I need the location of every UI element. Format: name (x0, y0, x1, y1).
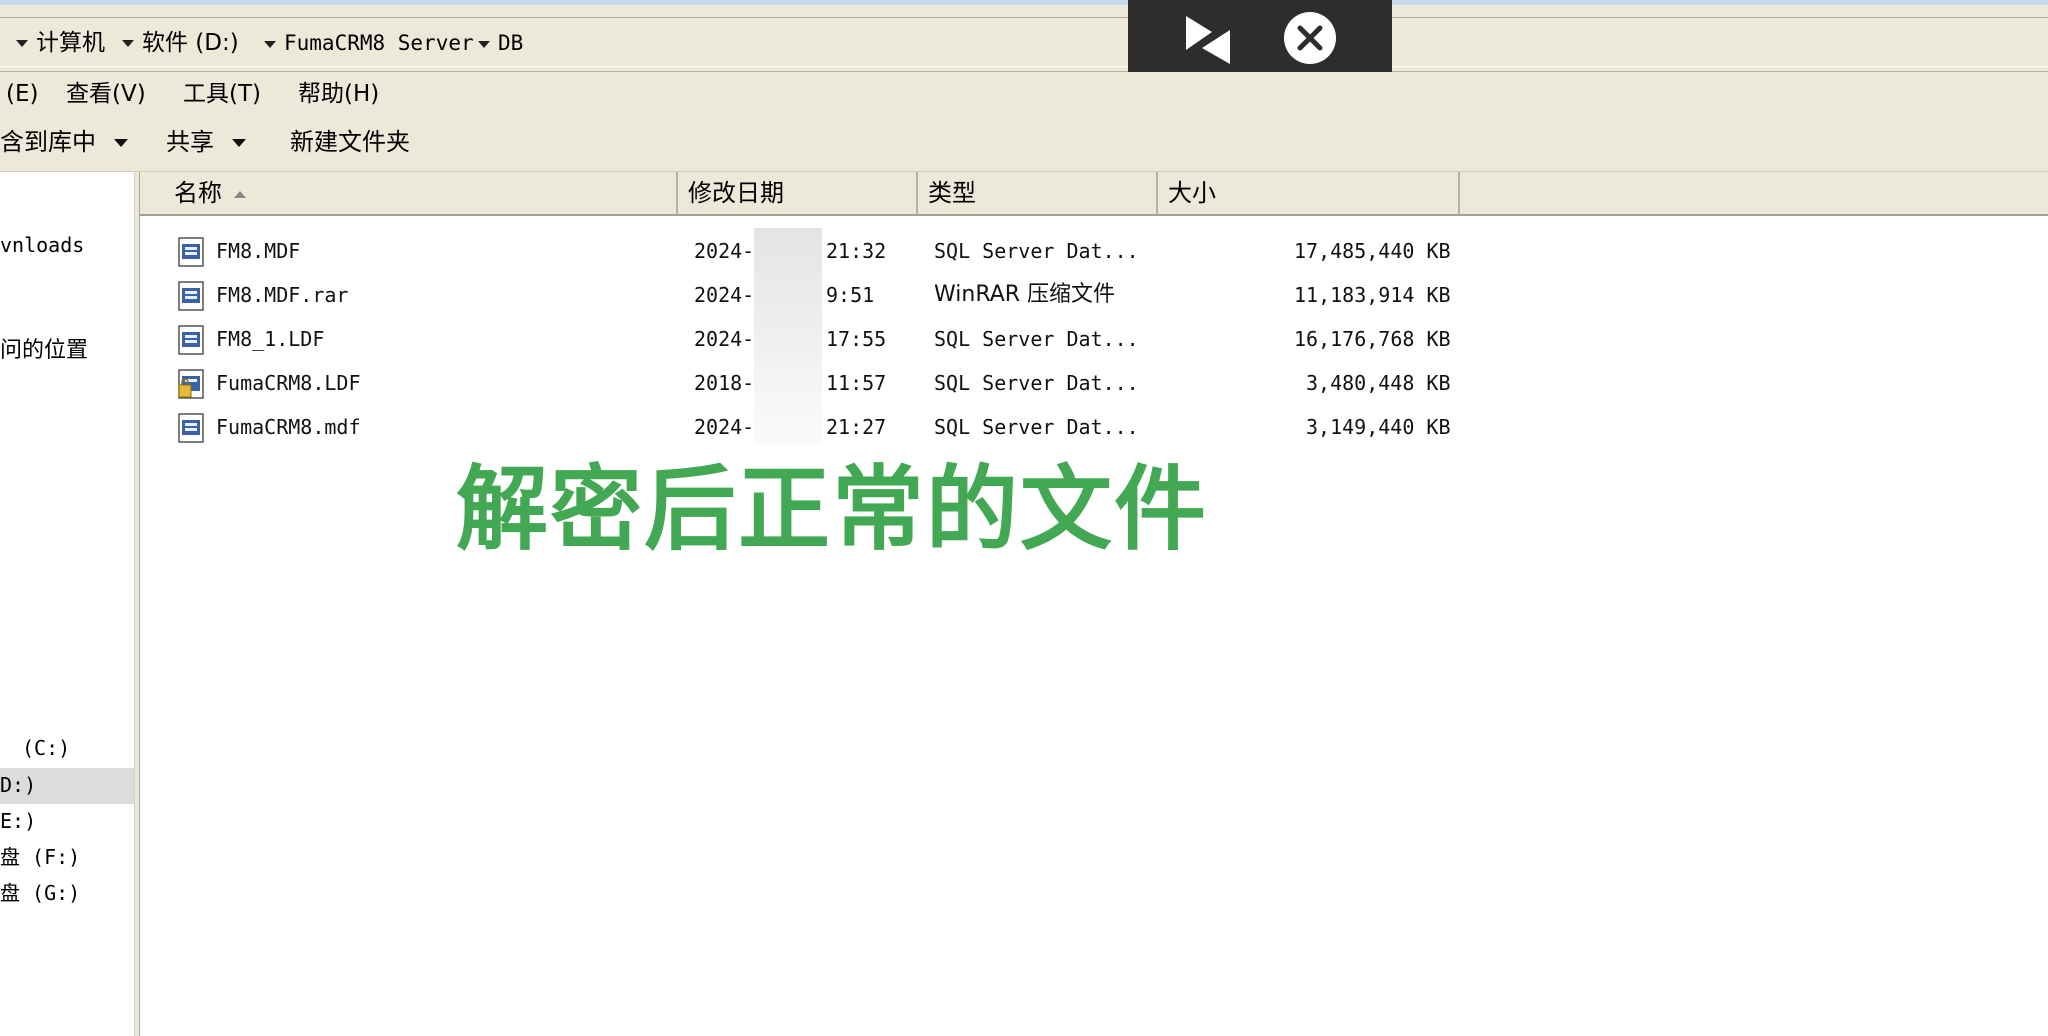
chevron-down-icon[interactable] (122, 40, 134, 47)
file-type: WinRAR 压缩文件 (934, 282, 1116, 307)
file-time: 11:57 (826, 371, 887, 395)
file-size: 17,485,440 KB (1294, 239, 1451, 263)
file-type: SQL Server Dat... (934, 327, 1139, 351)
sidebar-item-downloads[interactable]: vnloads (0, 232, 84, 258)
file-size: 3,480,448 KB (1306, 371, 1451, 395)
file-name: FM8.MDF (216, 239, 301, 263)
chevron-down-icon[interactable] (478, 40, 490, 48)
command-toolbar: 含到库中 共享 新建文件夹 (0, 116, 2048, 172)
column-header-type[interactable]: 类型 (918, 172, 1158, 214)
file-date: 2024- (694, 415, 755, 439)
file-date: 2024- (694, 327, 755, 351)
file-name: FM8_1.LDF (216, 327, 325, 351)
file-size: 11,183,914 KB (1294, 283, 1451, 307)
database-file-icon (178, 237, 204, 267)
database-file-icon (178, 325, 204, 355)
column-header-size[interactable]: 大小 (1158, 172, 1460, 214)
table-row[interactable]: FM8.MDF 2024- 21:32 SQL Server Dat... 17… (140, 230, 2048, 274)
file-time: 21:27 (826, 415, 887, 439)
breadcrumb-item-fumacrm8-server[interactable]: FumaCRM8 Server (264, 30, 474, 56)
navigation-pane: vnloads 问的位置 (C:) D:) E:) 盘 (F:) 盘 (G:) (0, 172, 134, 1036)
table-row[interactable]: FumaCRM8.mdf 2024- 21:27 SQL Server Dat.… (140, 406, 2048, 450)
table-row[interactable]: FM8_1.LDF 2024- 17:55 SQL Server Dat... … (140, 318, 2048, 362)
menu-edit[interactable]: (E) (6, 81, 38, 107)
menu-bar: (E) 查看(V) 工具(T) 帮助(H) (0, 72, 2048, 116)
chevron-down-icon[interactable] (16, 40, 28, 47)
share-button[interactable]: 共享 (166, 128, 246, 156)
new-folder-button[interactable]: 新建文件夹 (290, 128, 410, 156)
close-circle-icon[interactable] (1282, 10, 1338, 66)
column-header-name[interactable]: 名称 (164, 172, 678, 214)
file-date: 2024- (694, 239, 755, 263)
sidebar-item-drive-f[interactable]: 盘 (F:) (0, 844, 80, 870)
file-name: FumaCRM8.mdf (216, 415, 361, 439)
menu-view[interactable]: 查看(V) (66, 81, 146, 107)
file-size: 16,176,768 KB (1294, 327, 1451, 351)
table-row[interactable]: FumaCRM8.LDF 2018- 11:57 SQL Server Dat.… (140, 362, 2048, 406)
database-file-icon (178, 413, 204, 443)
column-header-modified[interactable]: 修改日期 (678, 172, 918, 214)
rar-archive-icon (178, 281, 204, 311)
breadcrumb[interactable]: 计算机 软件 (D:) FumaCRM8 Server DB (0, 17, 2048, 67)
sidebar-item-drive-g[interactable]: 盘 (G:) (0, 880, 80, 906)
file-time: 17:55 (826, 327, 887, 351)
file-time: 21:32 (826, 239, 887, 263)
address-bar: 计算机 软件 (D:) FumaCRM8 Server DB (0, 5, 2048, 72)
locked-database-file-icon (178, 369, 204, 399)
menu-help[interactable]: 帮助(H) (298, 81, 379, 107)
file-time: 9:51 (826, 283, 875, 307)
skip-back-icon[interactable] (1182, 12, 1234, 64)
breadcrumb-item-drive-d[interactable]: 软件 (D:) (122, 30, 239, 56)
sort-ascending-icon (234, 190, 246, 198)
file-type: SQL Server Dat... (934, 371, 1139, 395)
sidebar-item-recent-places[interactable]: 问的位置 (0, 338, 88, 364)
breadcrumb-item-computer[interactable]: 计算机 (16, 30, 105, 56)
column-header-row: 名称 修改日期 类型 大小 (140, 172, 2048, 216)
file-name: FumaCRM8.LDF (216, 371, 361, 395)
file-name: FM8.MDF.rar (216, 283, 349, 307)
sidebar-item-drive-e[interactable]: E:) (0, 808, 36, 834)
menu-tools[interactable]: 工具(T) (183, 81, 261, 107)
file-size: 3,149,440 KB (1306, 415, 1451, 439)
redacted-date-blur (754, 228, 822, 482)
table-row[interactable]: FM8.MDF.rar 2024- 9:51 WinRAR 压缩文件 11,18… (140, 274, 2048, 318)
chevron-down-icon[interactable] (264, 40, 276, 48)
sidebar-item-drive-c[interactable]: (C:) (22, 735, 70, 761)
file-type: SQL Server Dat... (934, 415, 1139, 439)
include-in-library-button[interactable]: 含到库中 (0, 128, 128, 156)
annotation-caption: 解密后正常的文件 (456, 446, 1206, 574)
file-type: SQL Server Dat... (934, 239, 1139, 263)
chevron-down-icon (114, 139, 128, 147)
sidebar-item-drive-d[interactable]: D:) (0, 772, 36, 798)
file-date: 2018- (694, 371, 755, 395)
chevron-down-icon (232, 139, 246, 147)
file-date: 2024- (694, 283, 755, 307)
breadcrumb-item-db[interactable]: DB (478, 30, 523, 56)
